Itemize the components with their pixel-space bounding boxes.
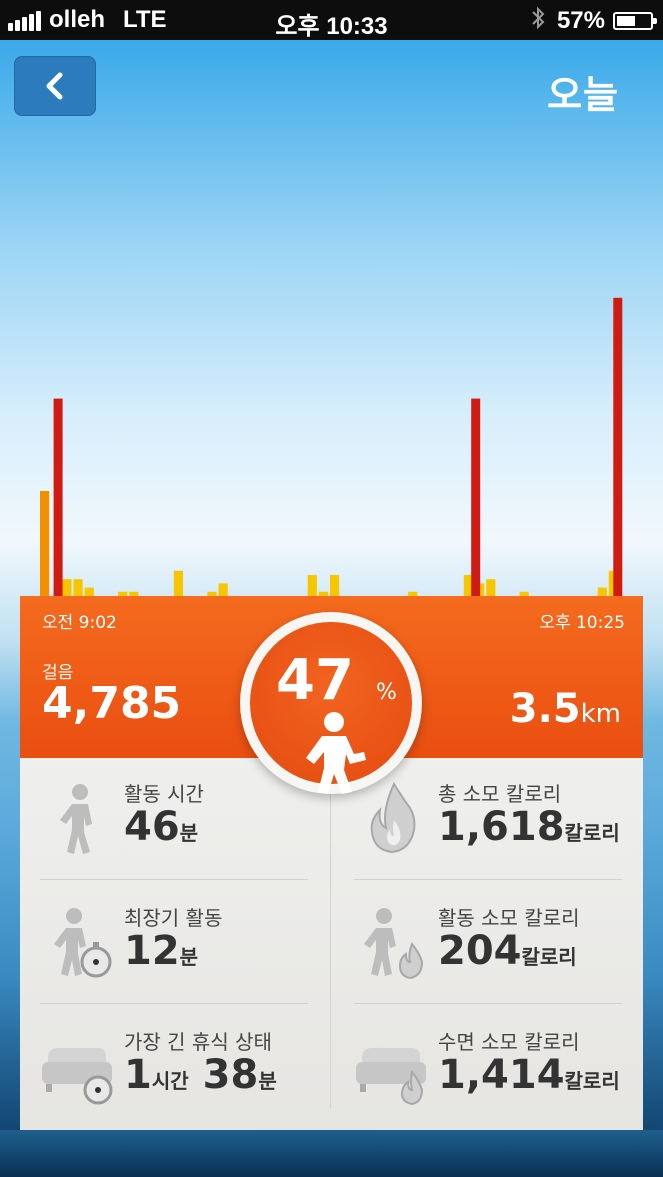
battery-fill	[617, 16, 635, 26]
percent-sign: %	[376, 680, 397, 705]
battery-percent: 57%	[556, 7, 605, 34]
back-button[interactable]	[14, 56, 96, 116]
activity-bar	[486, 579, 496, 596]
stat-label: 최장기 활동	[124, 906, 223, 930]
armchair-stopwatch-icon	[42, 1048, 113, 1105]
page-title: 오늘	[547, 73, 619, 117]
stat-hours: 1	[124, 1052, 152, 1098]
person-flame-icon	[364, 908, 424, 980]
activity-bar	[597, 587, 607, 596]
person-stopwatch-icon	[54, 908, 112, 978]
bottom-strip	[0, 1130, 663, 1177]
stat-longest-idle[interactable]: 가장 긴 휴식 상태 1시간 38분	[20, 1006, 310, 1124]
stat-value: 1시간 38분	[124, 1052, 277, 1098]
activity-bar	[307, 575, 317, 596]
stat-unit: 분	[179, 821, 199, 845]
stat-sleep-calories[interactable]: 수면 소모 칼로리 1,414칼로리	[334, 1006, 624, 1124]
status-bar: olleh LTE 오후 10:33 57%	[0, 0, 663, 40]
stat-number: 46	[124, 804, 180, 850]
divider	[40, 879, 308, 880]
stat-unit: 칼로리	[564, 821, 620, 845]
time-start: 오전 9:02	[42, 613, 117, 633]
distance-unit: km	[580, 699, 621, 729]
activity-peak-bar	[471, 398, 481, 596]
stat-unit: 칼로리	[521, 945, 577, 969]
stat-unit: 분	[179, 945, 199, 969]
activity-peak-bar	[53, 398, 63, 596]
stat-label: 수면 소모 칼로리	[438, 1030, 580, 1054]
stat-number: 12	[124, 928, 180, 974]
stat-label: 가장 긴 휴식 상태	[124, 1030, 272, 1054]
bluetooth-icon	[531, 6, 545, 36]
stat-label: 활동 시간	[124, 782, 204, 806]
time-end: 오후 10:25	[539, 613, 625, 633]
walking-person-icon	[60, 784, 92, 854]
activity-bar	[218, 583, 228, 596]
distance-value: 3.5	[509, 686, 581, 732]
activity-bar	[62, 579, 72, 596]
stat-label: 총 소모 칼로리	[438, 782, 562, 806]
stat-value: 1,414칼로리	[438, 1052, 620, 1098]
activity-bar	[73, 579, 83, 596]
activity-bar-chart	[40, 297, 623, 596]
stat-longest-active[interactable]: 최장기 활동 12분	[20, 882, 310, 1000]
divider	[354, 1003, 622, 1004]
distance: 3.5km	[510, 686, 621, 732]
activity-bar	[40, 491, 50, 596]
divider	[330, 758, 331, 1108]
stat-unit: 칼로리	[564, 1069, 620, 1093]
stat-hours-unit: 시간	[151, 1069, 189, 1093]
stat-value: 204칼로리	[438, 928, 577, 974]
goal-progress-badge[interactable]: 47 %	[240, 612, 422, 794]
stat-number: 1,414	[438, 1052, 565, 1098]
stats-grid: 활동 시간 46분 최장기 활동 12분 가장 긴 휴식 상태 1시간38분	[20, 758, 643, 1130]
steps-value: 4,785	[42, 678, 182, 729]
stat-value: 12분	[124, 928, 198, 974]
stat-active-calories[interactable]: 활동 소모 칼로리 204칼로리	[334, 882, 624, 1000]
goal-percent: 47	[276, 648, 354, 713]
chevron-left-icon	[46, 72, 63, 100]
activity-bar	[173, 570, 183, 596]
divider	[40, 1003, 308, 1004]
stat-label: 활동 소모 칼로리	[438, 906, 580, 930]
armchair-flame-icon	[356, 1048, 426, 1106]
activity-bar	[330, 575, 340, 596]
runner-icon	[306, 712, 366, 794]
stat-number: 204	[438, 928, 522, 974]
stat-minutes-unit: 분	[258, 1069, 277, 1093]
stat-minutes: 38	[202, 1052, 259, 1098]
status-right: 57%	[531, 6, 657, 36]
divider	[354, 879, 622, 880]
stat-value: 1,618칼로리	[438, 804, 620, 850]
battery-icon	[613, 12, 657, 30]
stat-value: 46분	[124, 804, 198, 850]
activity-peak-bar	[613, 297, 623, 596]
stat-number: 1,618	[438, 804, 565, 850]
activity-bar	[84, 587, 94, 596]
